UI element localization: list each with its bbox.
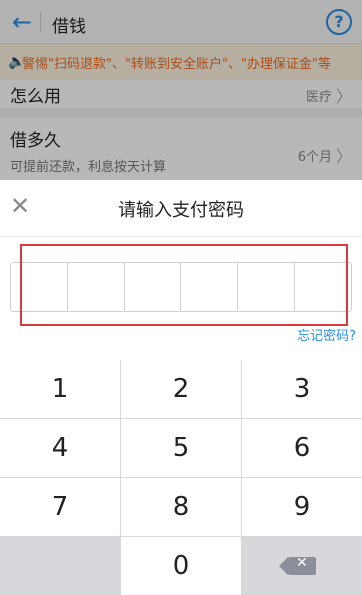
- forgot-password-link[interactable]: 忘记密码?: [297, 325, 356, 344]
- key-3[interactable]: 3: [242, 360, 362, 418]
- key-5[interactable]: 5: [121, 419, 241, 477]
- password-digit-cell: [238, 263, 296, 311]
- key-blank: [0, 537, 120, 595]
- key-8[interactable]: 8: [121, 478, 241, 536]
- numeric-keypad: 1 2 3 4 5 6 7 8 9 0 ✕: [0, 360, 362, 595]
- password-digit-cell: [68, 263, 125, 311]
- divider: [0, 236, 362, 237]
- key-7[interactable]: 7: [0, 478, 120, 536]
- modal-backdrop[interactable]: [0, 0, 362, 180]
- key-0[interactable]: 0: [121, 537, 241, 595]
- delete-key[interactable]: ✕: [242, 537, 362, 595]
- password-digit-cell: [11, 263, 68, 311]
- key-6[interactable]: 6: [242, 419, 362, 477]
- modal-title: 请输入支付密码: [118, 200, 244, 221]
- key-2[interactable]: 2: [121, 360, 241, 418]
- password-digit-cell: [125, 263, 182, 311]
- key-1[interactable]: 1: [0, 360, 120, 418]
- password-digit-cell: [295, 263, 351, 311]
- password-input[interactable]: [10, 262, 352, 312]
- key-4[interactable]: 4: [0, 419, 120, 477]
- payment-password-modal: ✕ 请输入支付密码 忘记密码? 1 2 3 4 5 6 7 8 9 0 ✕: [0, 180, 362, 595]
- key-9[interactable]: 9: [242, 478, 362, 536]
- password-digit-cell: [181, 263, 239, 311]
- delete-key-icon: ✕: [279, 555, 316, 575]
